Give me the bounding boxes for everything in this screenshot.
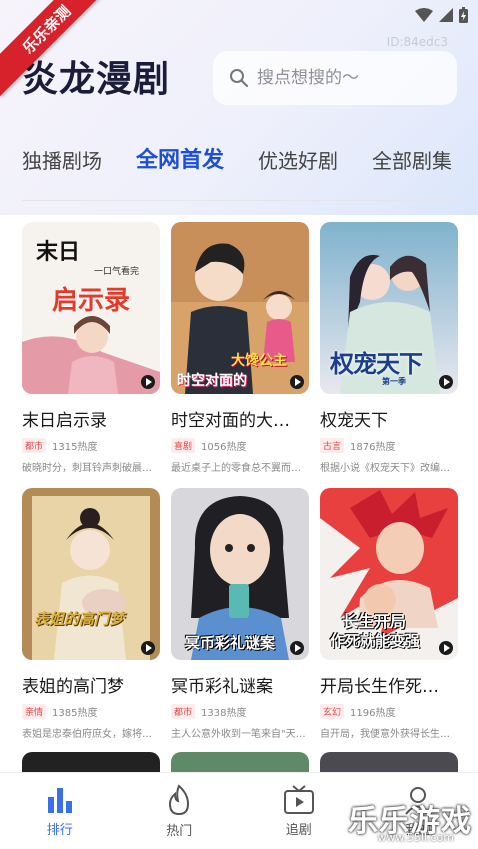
drama-desc: 破晓时分，刺耳铃声刺破晨… — [22, 463, 152, 474]
signal-icon — [439, 8, 453, 22]
drama-cover: 大馋公主 时空对面的 — [171, 222, 309, 394]
heat-count: 1315热度 — [52, 442, 98, 453]
search-bar[interactable] — [213, 51, 457, 105]
drama-desc: 最近桌子上的零食总不翼而… — [171, 463, 301, 474]
play-icon — [141, 641, 155, 655]
genre-tag: 古言 — [320, 438, 345, 453]
drama-card[interactable]: 权宠天下 第一季 权宠天下 古言 1876热度 根据小说《权宠天下》改编… — [320, 222, 458, 488]
battery-icon — [459, 7, 468, 23]
drama-title: 末日启示录 — [22, 411, 107, 431]
genre-tag: 喜剧 — [171, 438, 196, 453]
drama-cover: 末日 一口气看完 启示录 — [22, 222, 160, 394]
drama-cover: 权宠天下 第一季 — [320, 222, 458, 394]
heat-count: 1385热度 — [52, 708, 98, 719]
cover-title: 权宠天下 — [330, 350, 423, 378]
tab-premiere[interactable]: 全网首发 — [136, 142, 224, 174]
search-icon — [230, 69, 249, 88]
play-icon — [290, 375, 304, 389]
drama-card[interactable]: 表姐的高门梦 表姐的高门梦 亲情 1385热度 表姐是忠泰伯府庶女，嫁将… — [22, 488, 160, 754]
tab-exclusive[interactable]: 独播剧场 — [22, 145, 102, 174]
cover-title: 表姐的高门梦 — [34, 610, 125, 628]
cover-subtitle: 时空对面的 — [177, 373, 247, 389]
tabs-divider — [22, 200, 457, 201]
search-input[interactable] — [257, 68, 437, 88]
cover-caption: 第一季 — [382, 377, 406, 386]
heat-count: 1056热度 — [201, 442, 247, 453]
drama-title: 权宠天下 — [320, 411, 388, 431]
flame-icon — [169, 783, 190, 815]
cover-title: 末日 — [36, 240, 81, 265]
genre-tag: 都市 — [171, 704, 196, 719]
nav-hot[interactable]: 热门 — [120, 773, 240, 849]
id-tag: ID:84edc3 — [386, 35, 448, 49]
tab-selected[interactable]: 优选好剧 — [258, 145, 338, 174]
drama-desc: 根据小说《权宠天下》改编… — [320, 463, 450, 474]
drama-title: 表姐的高门梦 — [22, 677, 124, 697]
drama-card[interactable]: 长生开局 作死就能变强 开局长生作死… 玄幻 1196热度 自开局，我便意外获得长… — [320, 488, 458, 754]
drama-cover: 长生开局 作死就能变强 — [320, 488, 458, 660]
play-icon — [290, 641, 304, 655]
nav-ranking[interactable]: 排行 — [0, 773, 120, 849]
cover-title: 大馋公主 — [231, 353, 287, 369]
header-background — [0, 0, 478, 215]
app-title: 炎龙漫剧 — [22, 59, 171, 100]
drama-cover: 表姐的高门梦 — [22, 488, 160, 660]
drama-title: 冥币彩礼谜案 — [171, 677, 273, 697]
cover-title: 冥币彩礼谜案 — [185, 634, 276, 652]
genre-tag: 都市 — [22, 438, 47, 453]
heat-count: 1338热度 — [201, 708, 247, 719]
drama-card[interactable]: 冥币彩礼谜案 冥币彩礼谜案 都市 1338热度 主人公意外收到一笔来自"天… — [171, 488, 309, 754]
drama-grid: 末日 一口气看完 启示录 末日启示录 都市 1315热度 破晓时分，刺耳铃声刺破晨… — [22, 222, 458, 754]
watermark-url: www.55ll.com — [377, 831, 454, 844]
genre-tag: 亲情 — [22, 704, 47, 719]
heat-count: 1196热度 — [350, 708, 396, 719]
nav-label: 热门 — [166, 823, 193, 839]
ranking-icon — [47, 787, 72, 813]
play-icon — [439, 641, 453, 655]
cover-caption: 一口气看完 — [94, 267, 140, 277]
play-icon — [141, 375, 155, 389]
status-bar — [415, 0, 468, 30]
nav-label: 追剧 — [285, 822, 312, 838]
drama-desc: 表姐是忠泰伯府庶女，嫁将… — [22, 729, 152, 740]
play-icon — [439, 375, 453, 389]
drama-desc: 自开局，我便意外获得长生… — [320, 729, 450, 740]
drama-title: 时空对面的大… — [171, 411, 290, 431]
nav-follow[interactable]: 追剧 — [239, 773, 359, 849]
drama-cover: 冥币彩礼谜案 — [171, 488, 309, 660]
tab-all[interactable]: 全部剧集 — [372, 145, 452, 174]
heat-count: 1876热度 — [350, 442, 396, 453]
wifi-icon — [415, 8, 433, 22]
drama-desc: 主人公意外收到一笔来自"天… — [171, 729, 306, 740]
tv-icon — [283, 784, 314, 814]
category-tabs: 独播剧场 全网首发 优选好剧 全部剧集 — [22, 142, 452, 174]
drama-title: 开局长生作死… — [320, 677, 439, 697]
nav-label: 排行 — [46, 822, 73, 838]
genre-tag: 玄幻 — [320, 704, 345, 719]
drama-card[interactable]: 末日 一口气看完 启示录 末日启示录 都市 1315热度 破晓时分，刺耳铃声刺破晨… — [22, 222, 160, 488]
cover-title: 长生开局 — [342, 612, 407, 631]
cover-subtitle: 作死就能变强 — [330, 632, 421, 650]
cover-subtitle: 启示录 — [52, 286, 131, 316]
drama-card[interactable]: 大馋公主 时空对面的 时空对面的大… 喜剧 1056热度 最近桌子上的零食总不翼而… — [171, 222, 309, 488]
